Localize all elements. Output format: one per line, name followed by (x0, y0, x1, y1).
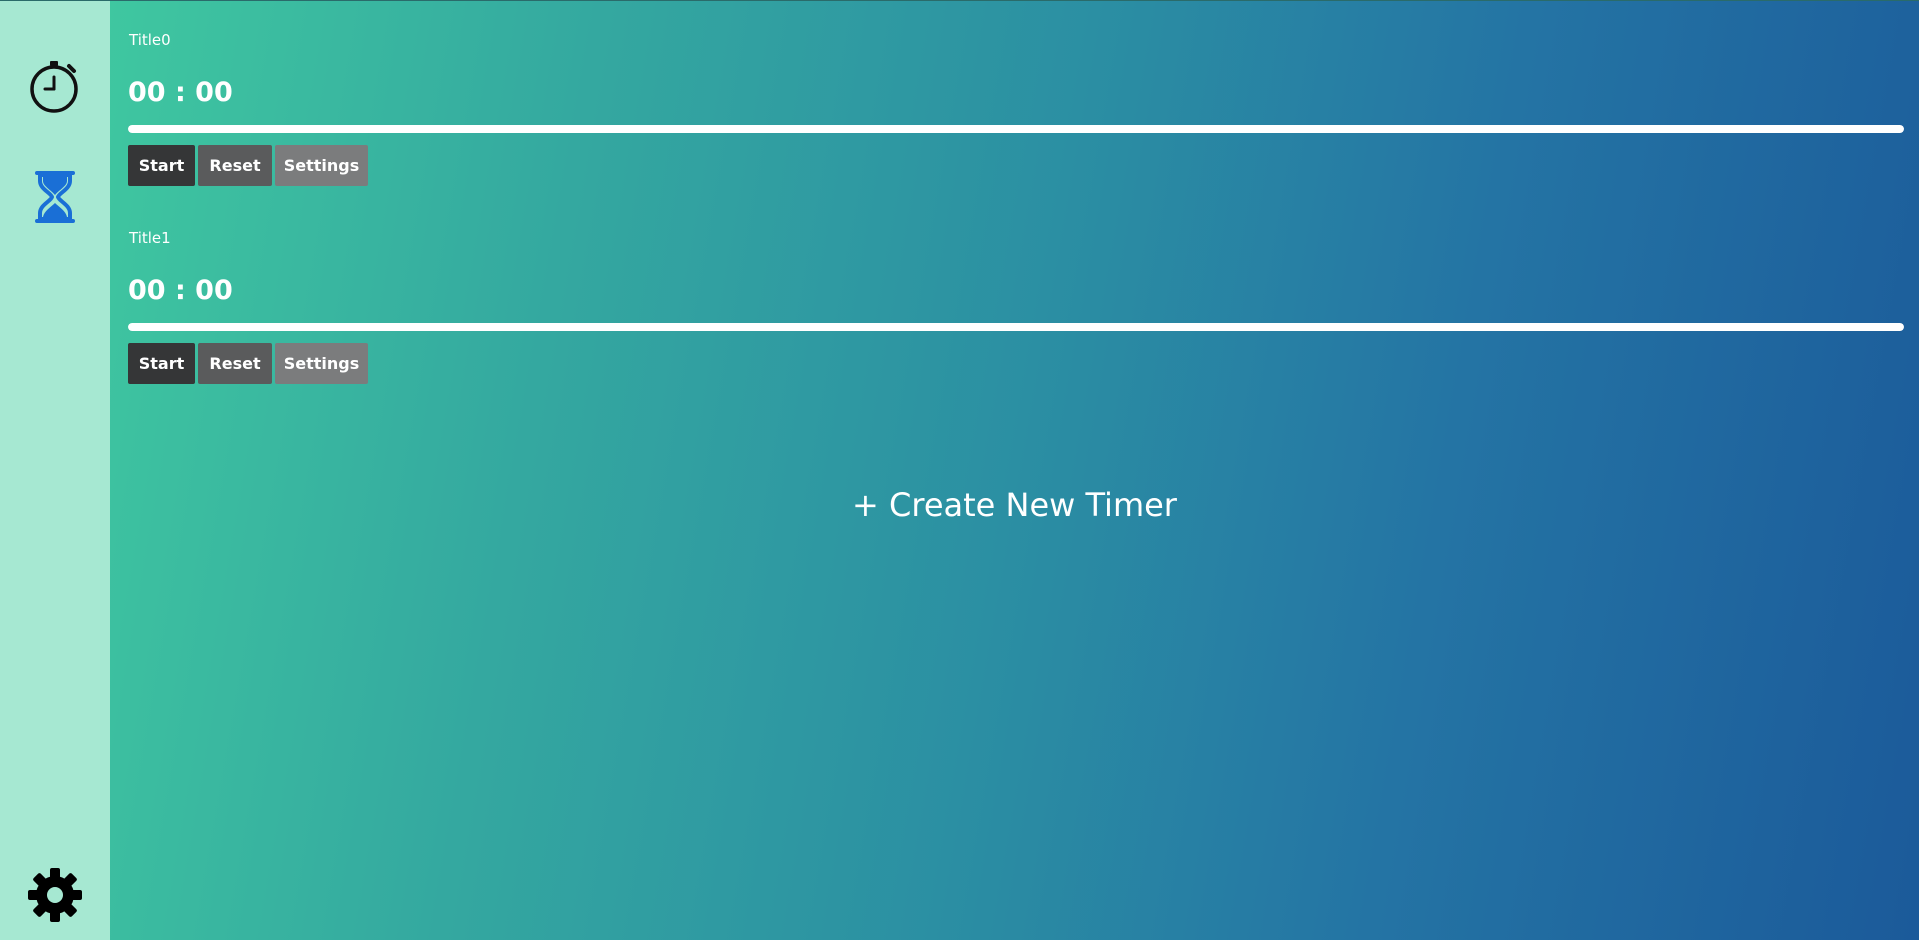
sidebar (0, 1, 110, 940)
stopwatch-icon[interactable] (27, 58, 83, 114)
reset-button[interactable]: Reset (198, 145, 272, 186)
start-button[interactable]: Start (128, 145, 195, 186)
start-button[interactable]: Start (128, 343, 195, 384)
main-panel: Title0 00 : 00 Start Reset Settings Titl… (110, 1, 1919, 940)
gear-icon[interactable] (27, 867, 83, 923)
timer-card: Title0 00 : 00 Start Reset Settings (128, 31, 1904, 186)
timer-card: Title1 00 : 00 Start Reset Settings (128, 229, 1904, 384)
create-new-timer-button[interactable]: + Create New Timer (110, 485, 1919, 525)
timer-progress-fill (128, 323, 1904, 331)
timer-progress-fill (128, 125, 1904, 133)
reset-button[interactable]: Reset (198, 343, 272, 384)
timer-progress-bar (128, 125, 1904, 133)
timer-time-display: 00 : 00 (128, 77, 233, 108)
timer-title: Title0 (129, 31, 171, 49)
timer-title: Title1 (129, 229, 171, 247)
hourglass-icon[interactable] (29, 170, 81, 224)
create-new-timer-label: + Create New Timer (852, 486, 1177, 524)
timer-controls: Start Reset Settings (128, 145, 368, 186)
timer-settings-button[interactable]: Settings (275, 145, 368, 186)
timer-controls: Start Reset Settings (128, 343, 368, 384)
timer-progress-bar (128, 323, 1904, 331)
app-window: Title0 00 : 00 Start Reset Settings Titl… (0, 0, 1919, 940)
timer-time-display: 00 : 00 (128, 275, 233, 306)
timer-settings-button[interactable]: Settings (275, 343, 368, 384)
